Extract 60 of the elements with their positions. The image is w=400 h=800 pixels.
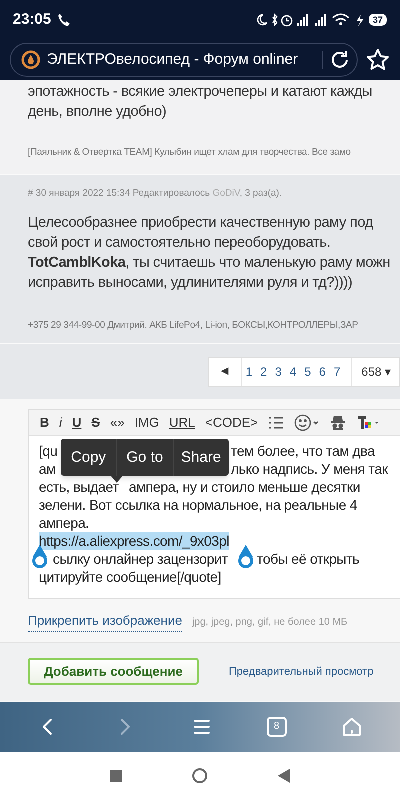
post-text-line: исправить выносами, удлинителями руля и тд?)))) (28, 274, 353, 294)
format-button[interactable]: URL (164, 413, 200, 432)
battery-indicator: 37 (368, 14, 387, 26)
phone-icon (57, 13, 72, 27)
reload-icon[interactable] (329, 49, 351, 71)
page-link[interactable]: 5 (300, 362, 316, 381)
editor-text: тобы её открыть (257, 550, 360, 568)
attach-image-link[interactable]: Прикрепить изображение (28, 611, 182, 632)
editor-text: сылку онлайнер зацензорит (53, 551, 228, 568)
post-signature: +375 29 344-99-00 Дмитрий. АКБ LifePo4, Li-ion, БОКСЫ,КОНТРОЛЛЕРЫ,ЗАР (28, 319, 358, 334)
message-editor[interactable] (28, 409, 400, 600)
last-page-dropdown[interactable]: 658 ▾ (350, 358, 395, 386)
post-text-line: Целесообразнее приобрести качественную раму под (28, 214, 374, 234)
editor-text: ампера. (39, 514, 90, 532)
page-link[interactable]: 6 (315, 362, 330, 381)
menu-pointer-icon (111, 476, 123, 484)
format-button[interactable]: U (67, 413, 87, 432)
format-button[interactable]: i (54, 413, 68, 432)
add-message-button[interactable]: Добавить сообщение (28, 658, 199, 686)
editor-text: [qu (39, 443, 58, 460)
format-button[interactable]: <CODE> (200, 413, 264, 432)
previous-page-button[interactable]: ◀ (208, 358, 242, 386)
file-types-hint: jpg, jpeg, png, gif, не более 10 МБ (192, 616, 348, 630)
post-text-line: день, вполне удобно) (28, 103, 167, 122)
smiley-icon[interactable] (294, 414, 320, 432)
editor-text: есть, выдает (39, 479, 119, 496)
clock: 23:05 (13, 10, 52, 30)
bookmark-star-icon[interactable] (366, 48, 390, 72)
post-text-line: TotCamblKoka, ты считаешь что маленькую раму можн (28, 254, 390, 274)
format-button[interactable]: IMG (130, 413, 164, 432)
post-signature: [Паяльник & Отвертка TEAM] Кулыбин ищет хлам для творчества. Все замо (28, 146, 351, 160)
selected-link-text: https://a.aliexpress.com/_9x03pl (39, 532, 230, 550)
format-button[interactable]: «» (105, 413, 130, 432)
menu-item[interactable]: Share (172, 439, 229, 476)
editor-text: тем более, что там два (231, 442, 375, 460)
editor-text: цитируйте сообщение[/quote] (39, 568, 222, 586)
post-text-line: свой рост и самостоятельно переоборудовать. (28, 234, 331, 254)
home-circle-icon[interactable] (192, 768, 208, 784)
menu-item[interactable]: Copy (61, 439, 116, 476)
post-text-line: эпотажность - всякие электрочеперы и катают кажды (28, 83, 372, 102)
page-link[interactable]: 1 (242, 362, 257, 381)
page-link[interactable]: 7 (330, 362, 345, 381)
selection-handle-icon (236, 545, 256, 570)
format-button[interactable]: S (86, 413, 106, 432)
editor-text: ам (39, 461, 56, 478)
list-icon[interactable] (268, 416, 284, 430)
post-meta: # 30 января 2022 15:34 Редактировалось GoDiV, 3 раз(а). (28, 187, 284, 201)
page-title: ЭЛЕКТРОвелосипед - Форум onliner (47, 50, 300, 70)
page-link[interactable]: 4 (286, 362, 301, 381)
back-triangle-icon[interactable] (278, 769, 290, 783)
page-link[interactable]: 3 (271, 362, 286, 381)
editor-text: лько надпись. У меня так (231, 460, 388, 478)
editor-text: зелени. Вот ссылка на нормальное, на реальные 4 (39, 496, 358, 514)
spy-icon[interactable] (330, 414, 346, 431)
editor-text: ампера, ну и стоило меньше десятки (129, 478, 360, 496)
preview-link[interactable]: Предварительный просмотр (229, 664, 374, 680)
address-bar[interactable]: ЭЛЕКТРОвелосипед - Форум onliner (10, 43, 358, 77)
format-button[interactable]: B (35, 413, 54, 432)
site-icon (21, 50, 41, 70)
page-link[interactable]: 2 (256, 362, 272, 381)
